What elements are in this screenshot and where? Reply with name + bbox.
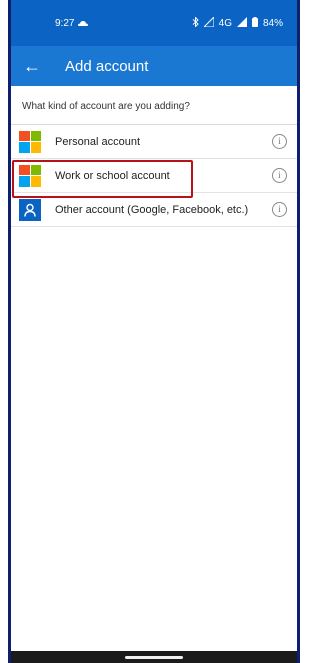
microsoft-logo-icon	[19, 164, 41, 187]
account-type-prompt: What kind of account are you adding?	[22, 101, 190, 112]
account-option-work-school[interactable]: Work or school account i	[11, 159, 297, 193]
bluetooth-icon	[192, 15, 199, 30]
signal-icon	[236, 16, 247, 30]
info-icon[interactable]: i	[272, 168, 287, 183]
status-left: 9:27	[55, 17, 89, 29]
status-time: 9:27	[55, 17, 75, 29]
phone-frame: 9:27 4G 84% ← Add account What kind of a…	[8, 0, 300, 663]
home-gesture-handle[interactable]	[125, 655, 183, 659]
back-arrow-icon[interactable]: ←	[23, 57, 45, 75]
network-type: 4G	[218, 17, 232, 29]
account-option-label: Personal account	[55, 135, 140, 148]
info-icon[interactable]: i	[272, 134, 287, 149]
page-title: Add account	[65, 57, 149, 75]
account-option-personal[interactable]: Personal account i	[11, 125, 297, 159]
battery-level: 84%	[262, 17, 283, 29]
battery-icon	[251, 16, 258, 30]
account-option-other[interactable]: Other account (Google, Facebook, etc.) i	[11, 193, 297, 227]
microsoft-logo-icon	[19, 130, 41, 153]
person-icon	[19, 198, 41, 221]
account-type-list: Personal account i Work or school accoun…	[11, 124, 297, 227]
account-option-label: Work or school account	[55, 169, 170, 182]
account-option-label: Other account (Google, Facebook, etc.)	[55, 203, 249, 216]
system-nav-bar	[11, 651, 297, 663]
info-icon[interactable]: i	[272, 202, 287, 217]
wifi-calling-icon	[202, 15, 215, 30]
cloud-icon	[78, 18, 89, 29]
status-right: 4G 84%	[192, 15, 283, 30]
status-bar: 9:27 4G 84%	[11, 0, 297, 46]
app-toolbar: ← Add account	[11, 46, 297, 86]
